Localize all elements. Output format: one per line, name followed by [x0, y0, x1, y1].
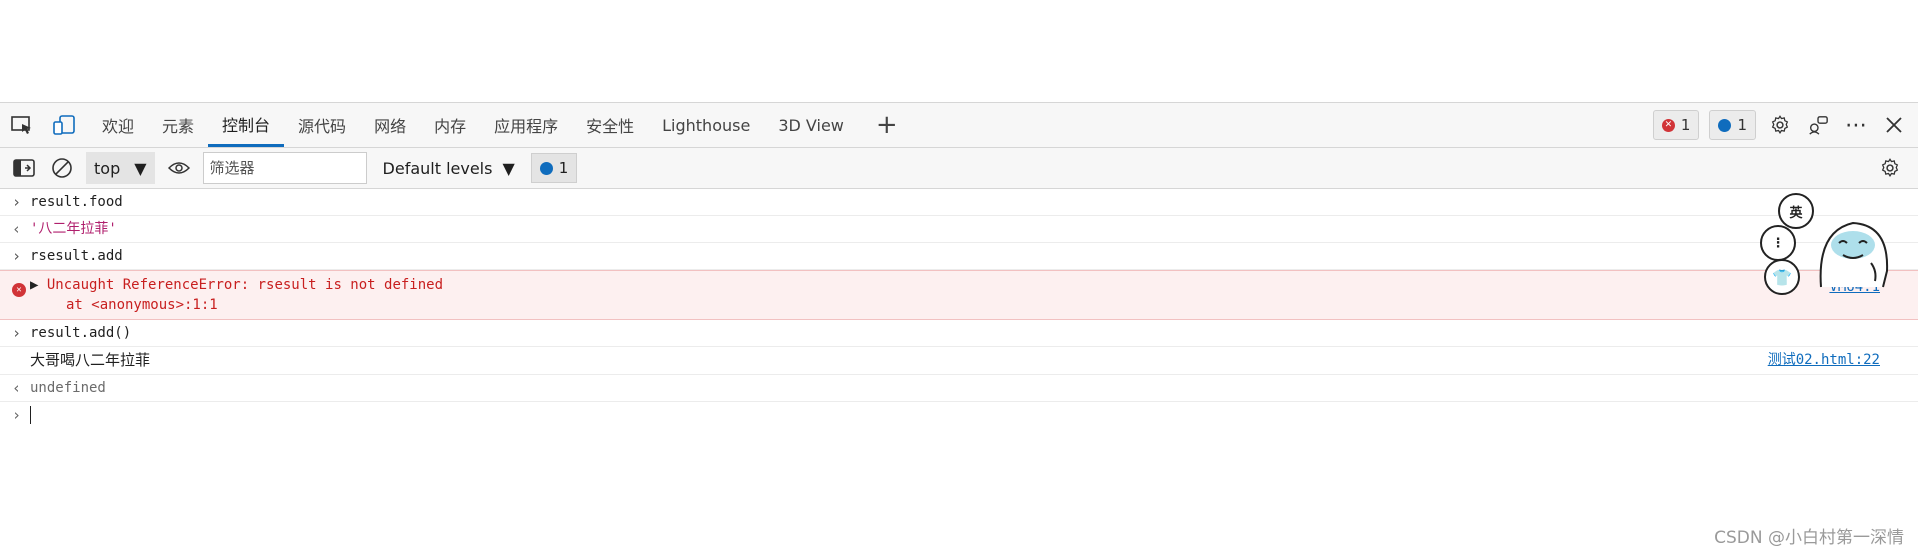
error-message[interactable]: ▶ Uncaught ReferenceError: rsesult is no… [30, 275, 1918, 295]
inspect-element-icon[interactable] [8, 111, 36, 139]
watermark-text: CSDN @小白村第一深情 [1714, 528, 1904, 548]
sticker-crying-face-icon [1819, 221, 1889, 288]
text-caret [30, 406, 31, 424]
console-input-row: › result.food [0, 189, 1918, 216]
error-icon: ✕ [1661, 118, 1675, 132]
panel-tabs: 欢迎 元素 控制台 源代码 网络 内存 应用程序 安全性 Lighthouse … [88, 103, 916, 147]
console-log-row: 大哥喝八二年拉菲 测试02.html:22 [0, 347, 1918, 375]
tab-console[interactable]: 控制台 [208, 103, 285, 147]
message-icon [1718, 118, 1732, 132]
sticker-shirt-icon: 👕 [1764, 259, 1800, 295]
tab-3d-view[interactable]: 3D View [764, 103, 858, 147]
sticker-dots-icon: ⋮ [1760, 225, 1796, 261]
input-chevron-icon: › [12, 324, 22, 342]
devtools-tabbar: 欢迎 元素 控制台 源代码 网络 内存 应用程序 安全性 Lighthouse … [0, 103, 1918, 148]
error-circle-icon: ✕ [12, 277, 26, 297]
console-settings-gear-icon[interactable] [1876, 154, 1918, 182]
tab-lighthouse[interactable]: Lighthouse [648, 103, 764, 147]
sidebar-toggle-icon[interactable] [10, 154, 38, 182]
error-count-badge[interactable]: ✕ 1 [1652, 110, 1700, 140]
console-prompt[interactable]: › [0, 402, 1918, 428]
console-input-row: › rsesult.add [0, 243, 1918, 270]
console-input-row: › result.add() [0, 320, 1918, 347]
console-input-text: rsesult.add [30, 248, 123, 264]
prompt-chevron-icon: › [12, 406, 22, 424]
tab-application[interactable]: 应用程序 [480, 103, 572, 147]
issues-count: 1 [558, 159, 569, 177]
tabbar-right-tools: ✕ 1 1 ⋯ [1652, 103, 1918, 147]
console-output: › result.food ‹ '八二年拉菲' › rsesult.add ✕ … [0, 189, 1918, 428]
tab-memory[interactable]: 内存 [420, 103, 480, 147]
message-icon [539, 161, 553, 175]
tabbar-tools [0, 103, 88, 147]
error-line-1: Uncaught ReferenceError: rsesult is not … [46, 277, 444, 293]
issues-message-badge[interactable]: 1 [530, 153, 578, 183]
result-chevron-icon: ‹ [12, 220, 22, 238]
context-selector[interactable]: top ▼ [86, 152, 155, 184]
expand-triangle-icon[interactable]: ▶ [30, 277, 38, 293]
feedback-people-icon[interactable] [1804, 111, 1832, 139]
tab-sources[interactable]: 源代码 [284, 103, 360, 147]
dropdown-triangle-icon: ▼ [502, 158, 515, 178]
live-expression-eye-icon[interactable] [165, 154, 193, 182]
console-result-text: undefined [30, 380, 106, 396]
result-chevron-icon: ‹ [12, 379, 22, 397]
tab-security[interactable]: 安全性 [572, 103, 648, 147]
console-result-row: ‹ undefined [0, 375, 1918, 402]
log-source-link[interactable]: 测试02.html:22 [1768, 347, 1880, 373]
dropdown-triangle-icon: ▼ [134, 158, 147, 178]
device-emulation-icon[interactable] [50, 111, 78, 139]
tab-welcome[interactable]: 欢迎 [88, 103, 148, 147]
input-chevron-icon: › [12, 247, 22, 265]
console-result-text: '八二年拉菲' [30, 221, 117, 237]
console-result-row: ‹ '八二年拉菲' [0, 216, 1918, 243]
error-line-2: at <anonymous>:1:1 [66, 297, 218, 313]
console-input-text: result.food [30, 194, 123, 210]
message-count: 1 [1737, 116, 1747, 134]
tab-network[interactable]: 网络 [360, 103, 420, 147]
message-count-badge[interactable]: 1 [1709, 110, 1756, 140]
console-input-text: result.add() [30, 325, 132, 341]
context-label: top [94, 158, 121, 178]
tab-elements[interactable]: 元素 [148, 103, 208, 147]
error-count: 1 [1680, 116, 1691, 134]
console-toolbar: top ▼ Default levels ▼ 1 [0, 148, 1918, 189]
sticker-image: 英 ⋮ 👕 [1758, 193, 1898, 295]
more-options-icon[interactable]: ⋯ [1842, 111, 1870, 139]
clear-console-icon[interactable] [48, 154, 76, 182]
console-error-row: ✕ ▶ Uncaught ReferenceError: rsesult is … [0, 270, 1918, 320]
page-blank-area [0, 0, 1918, 103]
settings-gear-icon[interactable] [1766, 111, 1794, 139]
log-levels-label: Default levels [382, 158, 493, 178]
input-chevron-icon: › [12, 193, 22, 211]
filter-input[interactable] [202, 152, 367, 184]
sticker-bubble-label: 英 [1778, 193, 1814, 229]
add-tab-icon[interactable]: + [858, 103, 916, 147]
log-levels-dropdown[interactable]: Default levels ▼ [377, 159, 521, 178]
close-devtools-icon[interactable] [1880, 111, 1908, 139]
console-log-text: 大哥喝八二年拉菲 [30, 351, 151, 369]
